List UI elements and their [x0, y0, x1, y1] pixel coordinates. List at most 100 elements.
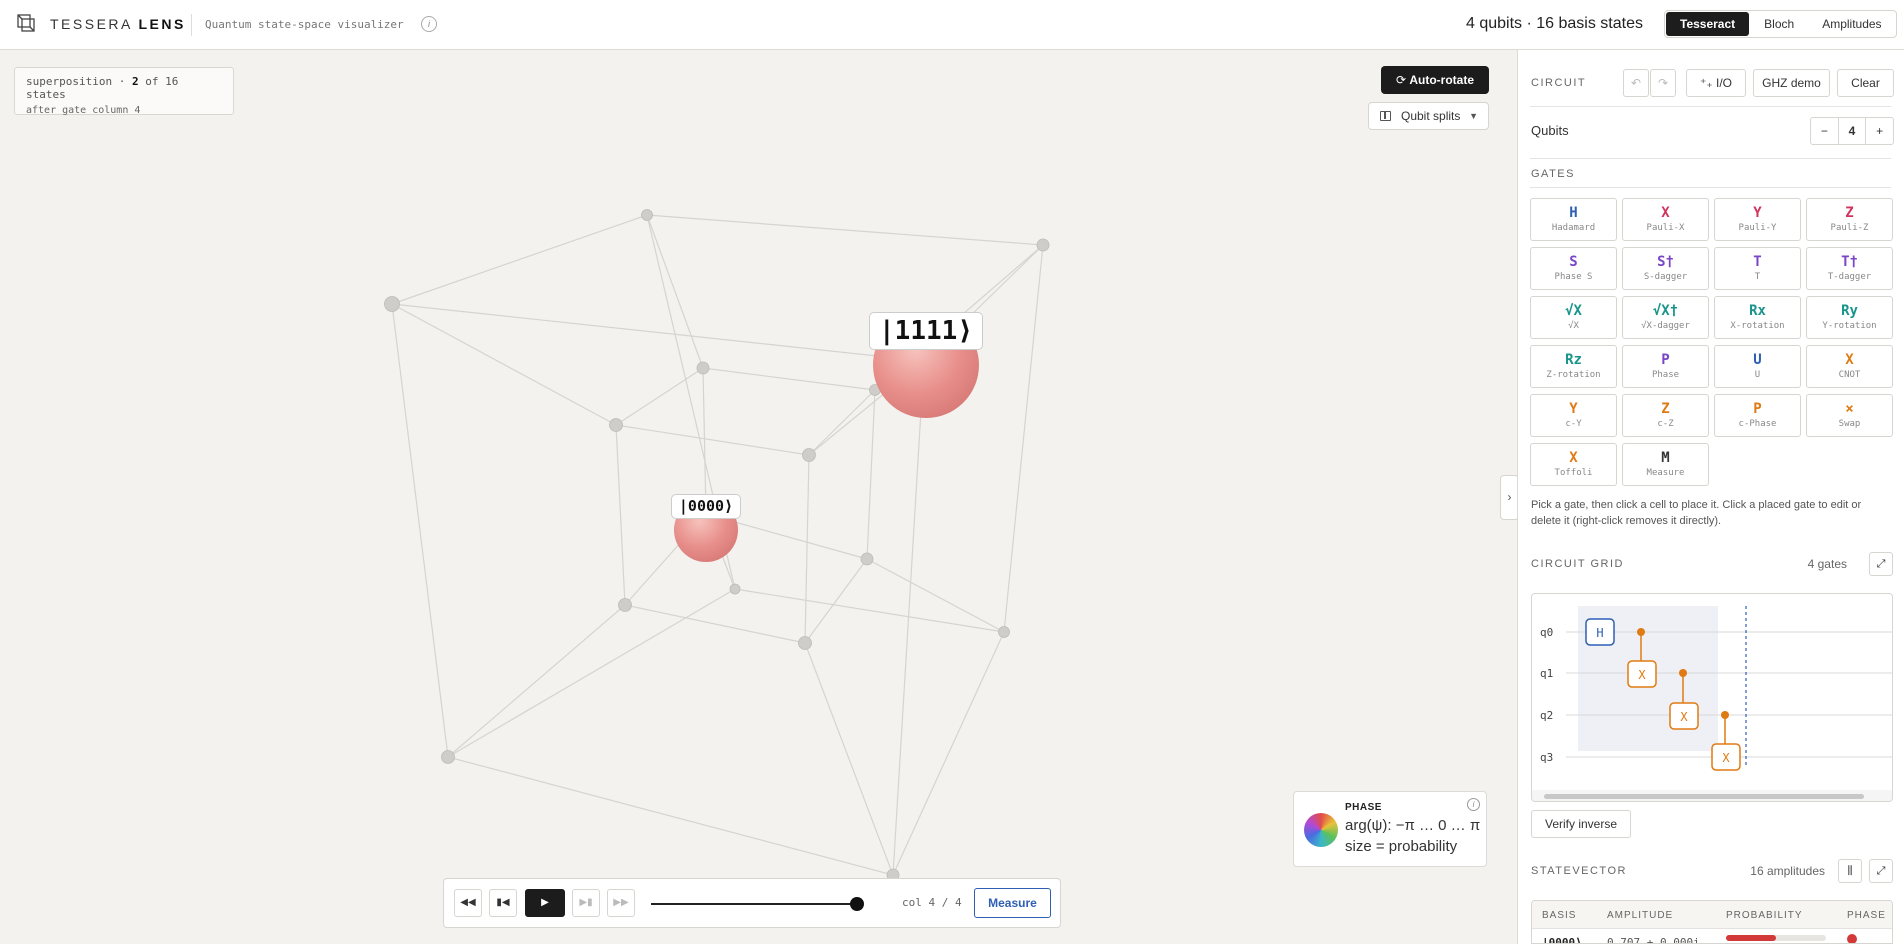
gate-x-dagger[interactable]: √X† √X-dagger [1622, 296, 1709, 339]
phase-color-wheel-icon [1304, 813, 1338, 847]
autorotate-button[interactable]: ⟳ Auto-rotate [1381, 66, 1489, 94]
gate-s-dagger[interactable]: S† S-dagger [1622, 247, 1709, 290]
gate-name: Pauli-Y [1738, 223, 1777, 233]
phase-legend: PHASE arg(ψ): −π … 0 … π size = probabil… [1293, 791, 1487, 867]
gate-c-phase[interactable]: Pc-Phase [1714, 394, 1801, 437]
gate-h-q0: H [1596, 626, 1603, 640]
divider [191, 14, 192, 36]
gate-measure[interactable]: M Measure [1622, 443, 1709, 486]
gate-hint: Pick a gate, then click a cell to place … [1531, 499, 1862, 527]
tab-bloch[interactable]: Bloch [1750, 11, 1808, 37]
tesseract-logo-icon [17, 14, 35, 32]
ket-label-0000: |0000⟩ [671, 494, 741, 519]
gate-c-y[interactable]: Yc-Y [1530, 394, 1617, 437]
probability-fill [1726, 935, 1776, 941]
gate-symbol: √X† [1652, 303, 1679, 319]
gate-name: Toffoli [1554, 468, 1593, 478]
gate-name: Pauli-Z [1830, 223, 1869, 233]
io-button[interactable]: ⁺₊ I/O [1686, 69, 1746, 97]
amplitude-cell: 0.707 + 0.000i [1607, 936, 1700, 944]
gate-name: √X [1568, 321, 1579, 331]
bar-chart-icon[interactable]: ⫼ [1838, 859, 1862, 883]
gate-y-rotation[interactable]: Ry Y-rotation [1806, 296, 1893, 339]
qubit-splits-dropdown[interactable]: Qubit splits ▼ [1368, 102, 1489, 130]
qubits-label: Qubits [1531, 123, 1569, 138]
basis-cell: |0000⟩ [1542, 936, 1582, 944]
gate-symbol: T† [1841, 254, 1858, 270]
circuit-diagram[interactable]: H X X X q0 q1 q2 q3 [1532, 594, 1893, 802]
step-back-button[interactable]: ▮◀ [489, 889, 517, 917]
gate-z-rotation[interactable]: Rz Z-rotation [1530, 345, 1617, 388]
gate-symbol: Z [1661, 401, 1670, 417]
gate-symbol: P [1753, 401, 1762, 417]
gate-symbol: Rz [1565, 352, 1582, 368]
rotate-icon: ⟳ [1395, 73, 1410, 87]
qubit-count[interactable]: 4 [1837, 118, 1867, 144]
info-icon[interactable]: i [1467, 798, 1480, 811]
top-bar: TESSERA LENS Quantum state-space visuali… [0, 0, 1904, 50]
column-header-amplitude: AMPLITUDE [1607, 910, 1674, 921]
redo-button[interactable]: ↷ [1650, 69, 1676, 97]
gate-pauli-y[interactable]: Y Pauli-Y [1714, 198, 1801, 241]
expand-icon[interactable]: ⤢ [1869, 859, 1893, 883]
qubit-label-q1: q1 [1540, 667, 1553, 680]
columns-icon [1380, 111, 1391, 121]
undo-button[interactable]: ↶ [1623, 69, 1649, 97]
gate-x-q1: X [1638, 668, 1646, 682]
gate-pauli-x[interactable]: X Pauli-X [1622, 198, 1709, 241]
circuit-label: CIRCUIT [1531, 77, 1587, 89]
gate-x-rotation[interactable]: Rx X-rotation [1714, 296, 1801, 339]
gate-pauli-z[interactable]: Z Pauli-Z [1806, 198, 1893, 241]
tab-amplitudes[interactable]: Amplitudes [1808, 11, 1895, 37]
ghz-demo-button[interactable]: GHZ demo [1753, 69, 1830, 97]
gate-symbol: Ry [1841, 303, 1858, 319]
gate-x-q3: X [1722, 751, 1730, 765]
gate-cnot[interactable]: X CNOT [1806, 345, 1893, 388]
step-forward-button[interactable]: ▶▮ [572, 889, 600, 917]
gate-t-dagger[interactable]: T† T-dagger [1806, 247, 1893, 290]
ket-label-1111: |1111⟩ [869, 312, 983, 350]
chevron-down-icon: ▼ [1469, 111, 1478, 121]
app-subtitle: Quantum state-space visualizer [205, 18, 404, 31]
expand-icon[interactable]: ⤢ [1869, 552, 1893, 576]
verify-inverse-button[interactable]: Verify inverse [1531, 810, 1631, 838]
gate-symbol: X [1661, 205, 1670, 221]
gate-name: √X-dagger [1641, 321, 1690, 331]
info-icon[interactable]: i [421, 16, 437, 32]
tesseract-canvas[interactable] [0, 50, 1503, 944]
timeline-slider-handle[interactable] [850, 897, 864, 911]
rewind-button[interactable]: ◀◀ [454, 889, 482, 917]
gate-symbol: P [1661, 352, 1670, 368]
fast-forward-button[interactable]: ▶▶ [607, 889, 635, 917]
gate-u[interactable]: UU [1714, 345, 1801, 388]
view-tabs: Tesseract Bloch Amplitudes [1664, 10, 1897, 38]
gate-toffoli[interactable]: X Toffoli [1530, 443, 1617, 486]
gate-x[interactable]: √X √X [1530, 296, 1617, 339]
play-button[interactable]: ▶ [525, 889, 565, 917]
increment-button[interactable]: + [1866, 118, 1893, 144]
gate-c-z[interactable]: Zc-Z [1622, 394, 1709, 437]
sparkle-icon: ⁺₊ [1699, 76, 1716, 90]
measure-button[interactable]: Measure [974, 888, 1051, 918]
tesseract-stage[interactable]: |1111⟩ |0000⟩ superposition · 2 of 16 st… [0, 50, 1503, 944]
gate-phase[interactable]: P Phase [1622, 345, 1709, 388]
playback-bar: ◀◀ ▮◀ ▶ ▶▮ ▶▶ col 4 / 4 Measure [443, 878, 1061, 928]
probability-bar [1726, 935, 1826, 941]
circuit-scrollbar [1544, 794, 1864, 799]
gate-symbol: M [1661, 450, 1670, 466]
column-header-basis: BASIS [1542, 910, 1577, 921]
gate-hadamard[interactable]: H Hadamard [1530, 198, 1617, 241]
gate-symbol: Y [1753, 205, 1762, 221]
gate-symbol: X [1845, 352, 1854, 368]
timeline-slider[interactable] [651, 903, 861, 905]
app-name: TESSERA LENS [50, 16, 186, 32]
circuit-grid[interactable]: H X X X q0 q1 q2 q3 [1531, 593, 1893, 802]
tab-tesseract[interactable]: Tesseract [1666, 12, 1750, 36]
gate-phase-s[interactable]: S Phase S [1530, 247, 1617, 290]
gate-name: Measure [1646, 468, 1685, 478]
gate-t[interactable]: TT [1714, 247, 1801, 290]
gate-swap[interactable]: × Swap [1806, 394, 1893, 437]
gate-symbol: Z [1845, 205, 1854, 221]
decrement-button[interactable]: − [1811, 118, 1838, 144]
clear-button[interactable]: Clear [1837, 69, 1894, 97]
